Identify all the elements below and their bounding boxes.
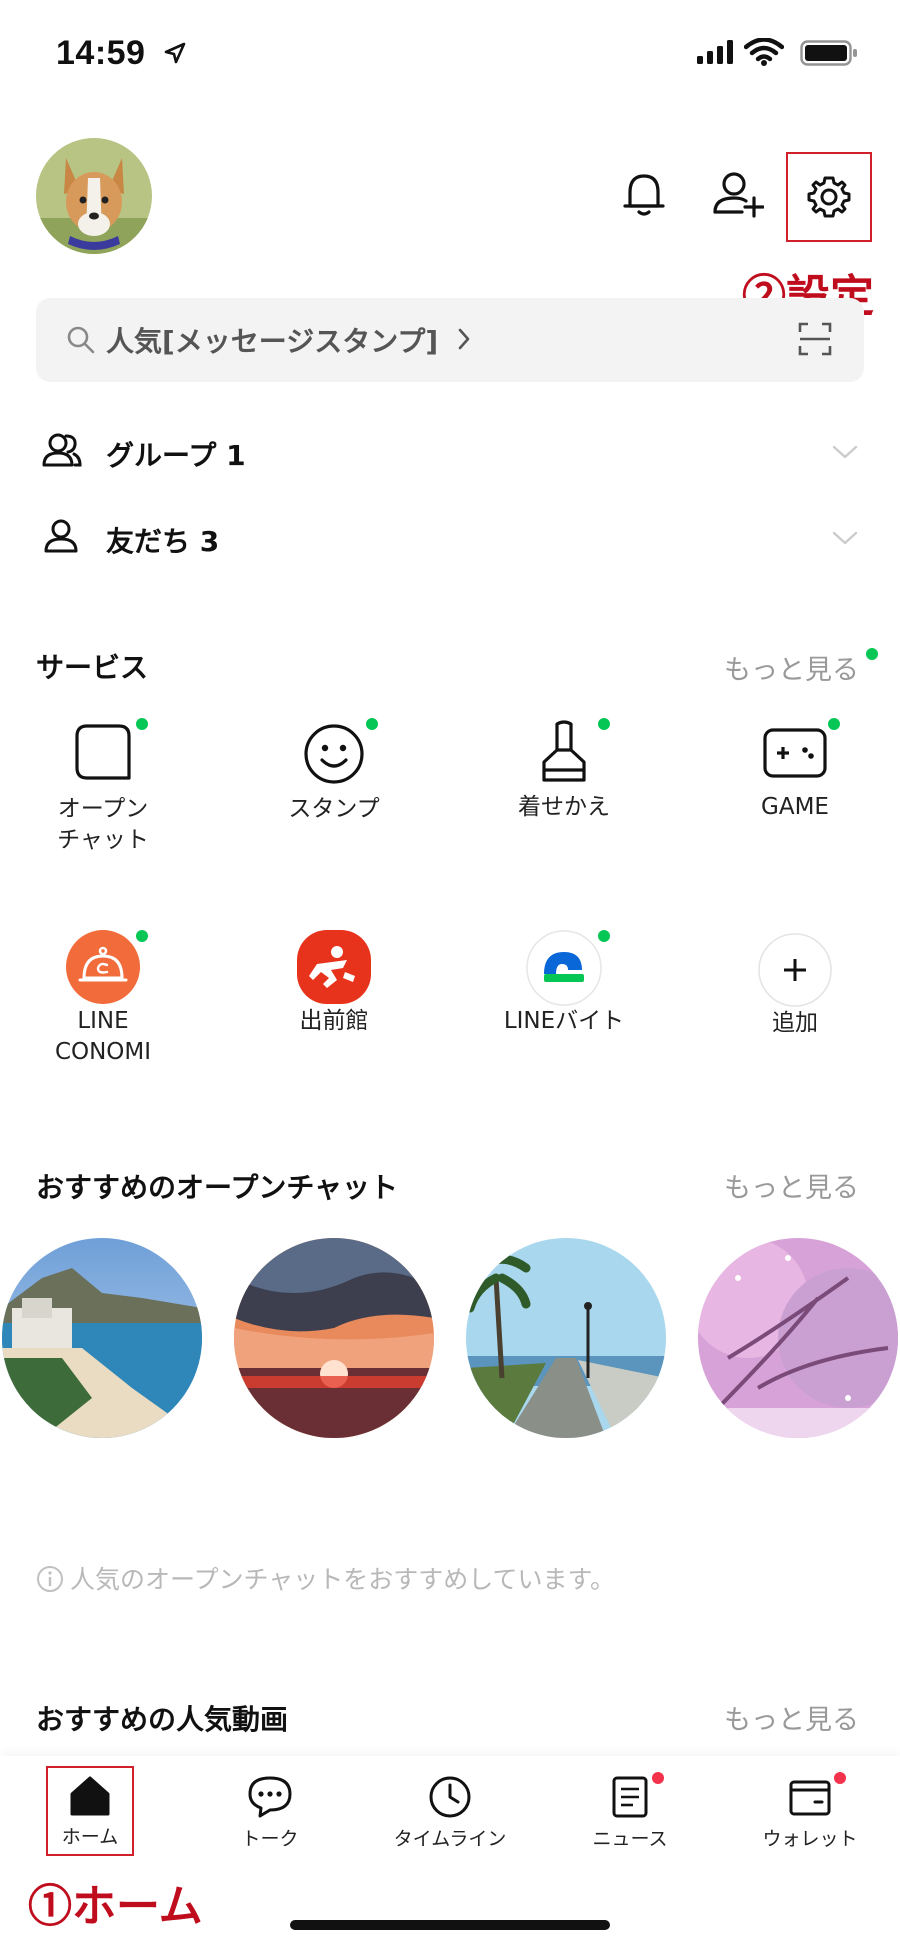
nav-label: ニュース	[592, 1828, 668, 1850]
qr-scan-icon[interactable]	[798, 322, 832, 356]
service-label: 着せかえ	[518, 794, 610, 820]
open-chat-cherry-blossom[interactable]	[698, 1238, 898, 1438]
gear-icon	[807, 176, 851, 218]
wifi-icon	[744, 38, 784, 66]
news-icon	[612, 1776, 648, 1818]
services-title: サービス	[36, 651, 149, 684]
nav-wallet[interactable]: ウォレット	[720, 1774, 900, 1851]
add-icon	[758, 933, 832, 1007]
groups-label: グループ 1	[106, 439, 246, 472]
service-demaecan[interactable]: 出前館	[234, 930, 434, 1037]
open-chat-icon	[75, 724, 131, 780]
profile-avatar[interactable]	[36, 138, 152, 254]
service-label: LINEバイト	[503, 1008, 625, 1034]
new-dot	[136, 718, 148, 730]
linebaito-icon	[526, 930, 602, 1006]
search-icon	[67, 326, 95, 354]
info-icon	[37, 1566, 63, 1592]
service-label: 出前館	[299, 1008, 369, 1034]
new-dot	[828, 718, 840, 730]
videos-more-link[interactable]: もっと見る	[724, 1698, 859, 1737]
open-chat-walkway[interactable]	[466, 1238, 666, 1438]
open-chats-more-link[interactable]: もっと見る	[724, 1166, 859, 1205]
service-label: LINE	[77, 1008, 129, 1034]
open-chat-info: 人気のオープンチャットをおすすめしています。	[36, 1560, 615, 1596]
clock-icon	[429, 1776, 471, 1818]
theme-brush-icon	[542, 720, 586, 782]
open-chat-sunset[interactable]	[234, 1238, 434, 1438]
chat-bubble-icon	[248, 1776, 292, 1818]
location-arrow-icon	[164, 42, 186, 64]
nav-news[interactable]: ニュース	[540, 1774, 720, 1851]
friend-person-icon	[44, 519, 78, 553]
add-friend-icon[interactable]	[712, 170, 764, 218]
nav-talk[interactable]: トーク	[180, 1774, 360, 1851]
notification-bell-icon[interactable]	[622, 170, 666, 218]
wallet-icon	[789, 1780, 831, 1816]
service-label-line2: チャット	[57, 827, 149, 853]
new-dot	[598, 718, 610, 730]
service-sticker[interactable]: スタンプ	[234, 722, 434, 825]
service-linebaito[interactable]: LINEバイト	[464, 930, 664, 1037]
status-time: 14:59	[56, 34, 146, 72]
cellular-signal-icon	[697, 40, 733, 64]
settings-button[interactable]	[786, 152, 872, 242]
home-highlight-box	[46, 1766, 134, 1856]
friends-label: 友だち 3	[106, 525, 220, 558]
home-annotation: ①ホーム	[28, 1882, 203, 1931]
news-badge-dot	[652, 1772, 664, 1784]
info-text: 人気のオープンチャットをおすすめしています。	[70, 1565, 616, 1594]
chevron-down-icon	[832, 531, 858, 545]
new-dot	[366, 718, 378, 730]
nav-label: タイムライン	[393, 1828, 507, 1850]
game-icon	[763, 728, 827, 778]
group-people-icon	[42, 433, 82, 467]
services-more-link[interactable]: もっと見る	[724, 648, 859, 687]
home-indicator	[290, 1920, 610, 1930]
service-label: 追加	[772, 1010, 818, 1036]
battery-icon	[800, 40, 857, 66]
service-add[interactable]: 追加	[695, 932, 895, 1039]
service-game[interactable]: GAME	[695, 724, 895, 823]
videos-title: おすすめの人気動画	[36, 1703, 289, 1736]
chevron-down-icon	[832, 445, 858, 459]
service-open-chat[interactable]: オープン チャット	[3, 722, 203, 856]
new-dot	[598, 930, 610, 942]
demaecan-icon	[297, 930, 371, 1004]
service-label: オープン	[57, 796, 149, 822]
nav-label: トーク	[241, 1828, 299, 1850]
search-keyword-text[interactable]: 人気[メッセージスタンプ]	[106, 320, 438, 360]
service-label: GAME	[761, 794, 829, 820]
service-label-line2: CONOMI	[54, 1039, 152, 1065]
service-conomi[interactable]: LINE CONOMI	[3, 930, 203, 1068]
open-chat-beach[interactable]	[2, 1238, 202, 1438]
nav-timeline[interactable]: タイムライン	[360, 1774, 540, 1851]
groups-row[interactable]: グループ 1	[0, 420, 900, 490]
nav-label: ウォレット	[762, 1828, 858, 1850]
open-chats-title: おすすめのオープンチャット	[36, 1171, 399, 1204]
new-dot	[136, 930, 148, 942]
chevron-right-icon	[458, 328, 470, 350]
services-new-dot	[866, 648, 878, 660]
sticker-icon	[304, 724, 364, 784]
service-theme[interactable]: 着せかえ	[464, 720, 664, 823]
service-label: スタンプ	[288, 796, 380, 822]
conomi-icon	[66, 930, 140, 1004]
wallet-badge-dot	[834, 1772, 846, 1784]
friends-row[interactable]: 友だち 3	[0, 506, 900, 576]
